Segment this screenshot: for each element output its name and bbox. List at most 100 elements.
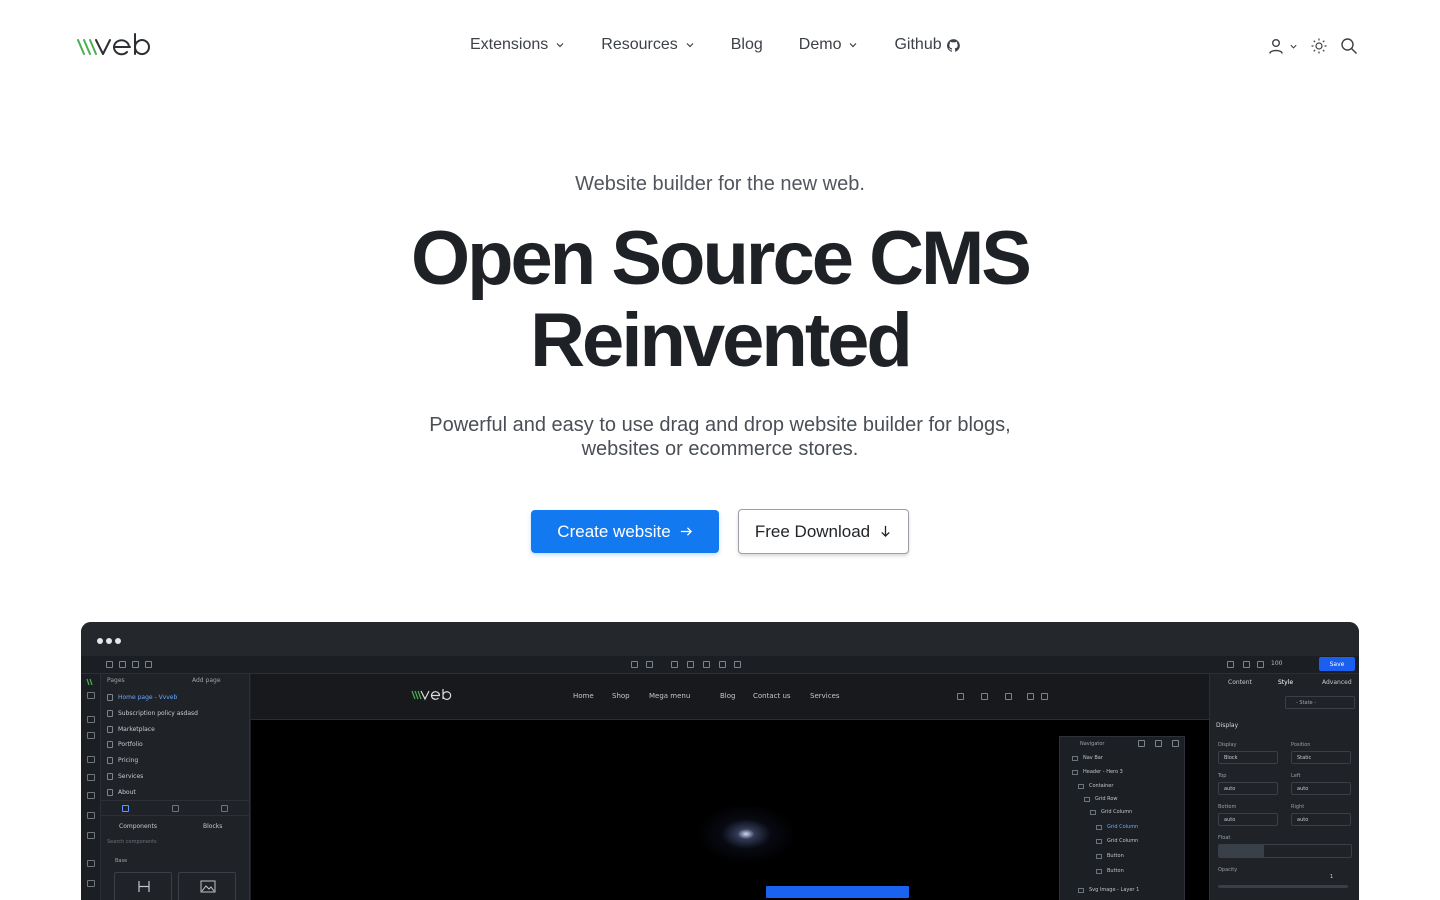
file-icon[interactable]	[87, 774, 95, 781]
layout-icon[interactable]	[145, 661, 152, 668]
navigator-row[interactable]: Header - Hero 3	[1072, 769, 1123, 775]
display-section-heading[interactable]: Display	[1216, 722, 1238, 729]
fullscreen-icon[interactable]	[703, 661, 710, 668]
tools-icon[interactable]	[87, 732, 95, 739]
navigator-row[interactable]: Container	[1078, 783, 1113, 789]
page-item[interactable]: About	[107, 789, 136, 796]
nav-demo[interactable]: Demo	[799, 36, 859, 54]
external-link-icon[interactable]	[1243, 661, 1250, 668]
page-item-label: Pricing	[118, 757, 139, 764]
opacity-value[interactable]: 1	[1330, 874, 1333, 880]
nav-github-label: Github	[894, 36, 942, 53]
float-button-group[interactable]	[1218, 844, 1352, 858]
add-page-button[interactable]: Add page	[192, 677, 221, 684]
component-search-input[interactable]: Search components	[107, 839, 157, 845]
components-icon[interactable]	[87, 716, 95, 723]
theme-icon[interactable]	[1027, 693, 1034, 700]
navigator-row[interactable]: Button	[1096, 853, 1124, 859]
navigator-row[interactable]: Svg Image - Layer 1	[1078, 887, 1139, 893]
nav-resources[interactable]: Resources	[601, 36, 694, 54]
navigator-row[interactable]: Grid Column	[1096, 838, 1138, 844]
language-icon[interactable]	[1005, 693, 1012, 700]
redo-icon[interactable]	[646, 661, 653, 668]
database-icon[interactable]	[734, 661, 741, 668]
vvveb-logo[interactable]	[77, 33, 157, 59]
back-icon[interactable]	[1155, 740, 1162, 747]
tab-blocks[interactable]: Blocks	[203, 823, 222, 830]
canvas-nav-blog[interactable]: Blog	[720, 692, 735, 700]
top-input[interactable]: auto	[1218, 782, 1278, 795]
menu-icon[interactable]	[106, 661, 113, 668]
settings-icon[interactable]	[87, 880, 95, 887]
bottom-input[interactable]: auto	[1218, 813, 1278, 826]
users-icon[interactable]	[87, 812, 95, 819]
float-none-option[interactable]	[1219, 845, 1264, 857]
layout-icon[interactable]	[132, 661, 139, 668]
tab-style[interactable]: Style	[1278, 679, 1293, 686]
navigator-panel: Navigator Nav Bar Header - Hero 3 Contai…	[1059, 736, 1185, 900]
cart-icon[interactable]	[981, 693, 988, 700]
position-select[interactable]: Static	[1291, 751, 1351, 764]
opacity-slider[interactable]	[1218, 885, 1348, 888]
pages-icon[interactable]	[87, 756, 95, 763]
minimize-icon[interactable]	[1138, 740, 1145, 747]
left-input[interactable]: auto	[1291, 782, 1351, 795]
nav-github[interactable]: Github	[894, 36, 960, 54]
edit-icon[interactable]	[1227, 661, 1234, 668]
mobile-icon[interactable]	[1257, 661, 1264, 668]
navigator-row[interactable]: Nav Bar	[1072, 755, 1103, 761]
canvas-nav-services[interactable]: Services	[810, 692, 840, 700]
position-label: Position	[1291, 742, 1311, 748]
navigator-row[interactable]: Grid Column	[1096, 824, 1138, 830]
bag-icon[interactable]	[87, 860, 95, 867]
user-icon[interactable]	[957, 693, 964, 700]
expand-icon[interactable]	[719, 661, 726, 668]
search-icon[interactable]	[87, 692, 95, 699]
zoom-level[interactable]: 100	[1271, 660, 1282, 667]
nav-blog[interactable]: Blog	[731, 36, 763, 54]
component-card-heading[interactable]	[114, 872, 172, 900]
nav-extensions[interactable]: Extensions	[470, 36, 565, 54]
section-base-heading[interactable]: Base	[115, 858, 127, 864]
tools-tab-icon[interactable]	[221, 805, 228, 812]
display-select[interactable]: Block	[1218, 751, 1278, 764]
page-item[interactable]: Services	[107, 773, 143, 780]
editor-canvas[interactable]: Home Shop Mega menu Blog Contact us Serv…	[251, 674, 1209, 900]
tab-advanced[interactable]: Advanced	[1322, 679, 1352, 686]
page-item[interactable]: Home page - Vvveb	[107, 694, 177, 701]
page-item[interactable]: Marketplace	[107, 726, 155, 733]
search-icon[interactable]	[1340, 37, 1358, 55]
canvas-nav-contact[interactable]: Contact us	[753, 692, 791, 700]
canvas-nav-home[interactable]: Home	[573, 692, 594, 700]
close-icon[interactable]	[1172, 740, 1179, 747]
tab-content[interactable]: Content	[1228, 679, 1252, 686]
search-icon[interactable]	[1041, 693, 1048, 700]
element-action-toolbar[interactable]	[766, 886, 909, 898]
preview-icon[interactable]	[671, 661, 678, 668]
components-tab-icon[interactable]	[122, 805, 129, 812]
eye-icon[interactable]	[687, 661, 694, 668]
navigator-row[interactable]: Grid Row	[1084, 796, 1117, 802]
right-input[interactable]: auto	[1291, 813, 1351, 826]
state-select[interactable]: - State -	[1285, 696, 1355, 709]
canvas-nav-shop[interactable]: Shop	[612, 692, 630, 700]
code-icon[interactable]	[87, 832, 95, 839]
create-website-button[interactable]: Create website	[531, 510, 719, 553]
navigator-row[interactable]: Button	[1096, 868, 1124, 874]
canvas-nav-mega-menu[interactable]: Mega menu	[649, 692, 690, 700]
sections-tab-icon[interactable]	[172, 805, 179, 812]
user-menu[interactable]	[1267, 37, 1298, 55]
navigator-row[interactable]: Grid Column	[1090, 809, 1132, 815]
page-item[interactable]: Portfolio	[107, 741, 143, 748]
tab-components[interactable]: Components	[119, 823, 157, 830]
save-button[interactable]: Save	[1319, 657, 1355, 671]
layout-icon[interactable]	[119, 661, 126, 668]
sun-icon[interactable]	[1310, 37, 1328, 55]
component-card-image[interactable]	[178, 872, 236, 900]
undo-icon[interactable]	[631, 661, 638, 668]
image-icon[interactable]	[87, 792, 95, 799]
free-download-button[interactable]: Free Download	[738, 509, 909, 554]
page-item[interactable]: Subscription policy asdasd	[107, 710, 198, 717]
page-item[interactable]: Pricing	[107, 757, 138, 764]
site-logo[interactable]	[411, 688, 455, 702]
